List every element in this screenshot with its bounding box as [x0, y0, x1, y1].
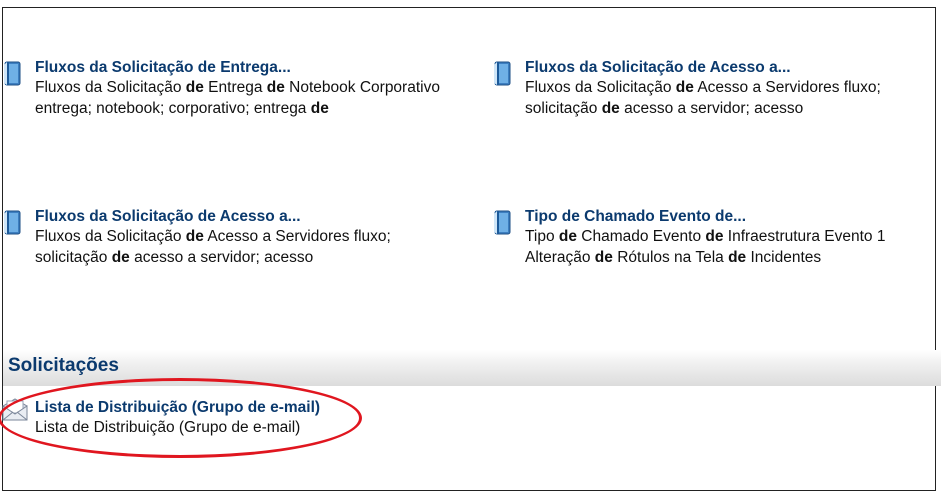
result-description-line: Tipo de Chamado Evento de Infraestrutura… — [525, 228, 886, 245]
result-description-line: Fluxos da Solicitação de Acesso a Servid… — [35, 228, 391, 245]
result-description-line: solicitação de acesso a servidor; acesso — [525, 100, 804, 117]
envelope-icon — [2, 398, 28, 421]
request-description: Lista de Distribuição (Grupo de e-mail) — [35, 419, 301, 436]
result-description-line: Alteração de Rótulos na Tela de Incident… — [525, 249, 822, 266]
result-description-line: Fluxos da Solicitação de Acesso a Servid… — [525, 79, 881, 96]
result-title-link[interactable]: Tipo de Chamado Evento de... — [525, 207, 885, 226]
book-icon — [494, 61, 511, 86]
result-description-line: Fluxos da Solicitação de Entrega de Note… — [35, 79, 440, 96]
request-title-link[interactable]: Lista de Distribuição (Grupo de e-mail) — [35, 398, 320, 417]
section-title: Solicitações — [8, 355, 119, 376]
book-icon — [494, 210, 511, 235]
book-icon — [4, 210, 21, 235]
result-description-line: entrega; notebook; corporativo; entrega … — [35, 100, 329, 117]
section-header: Solicitações — [3, 350, 941, 386]
result-title-link[interactable]: Fluxos da Solicitação de Acesso a... — [35, 207, 391, 226]
book-icon — [4, 61, 21, 86]
result-title-link[interactable]: Fluxos da Solicitação de Acesso a... — [525, 58, 881, 77]
result-description-line: solicitação de acesso a servidor; acesso — [35, 249, 314, 266]
result-title-link[interactable]: Fluxos da Solicitação de Entrega... — [35, 58, 440, 77]
